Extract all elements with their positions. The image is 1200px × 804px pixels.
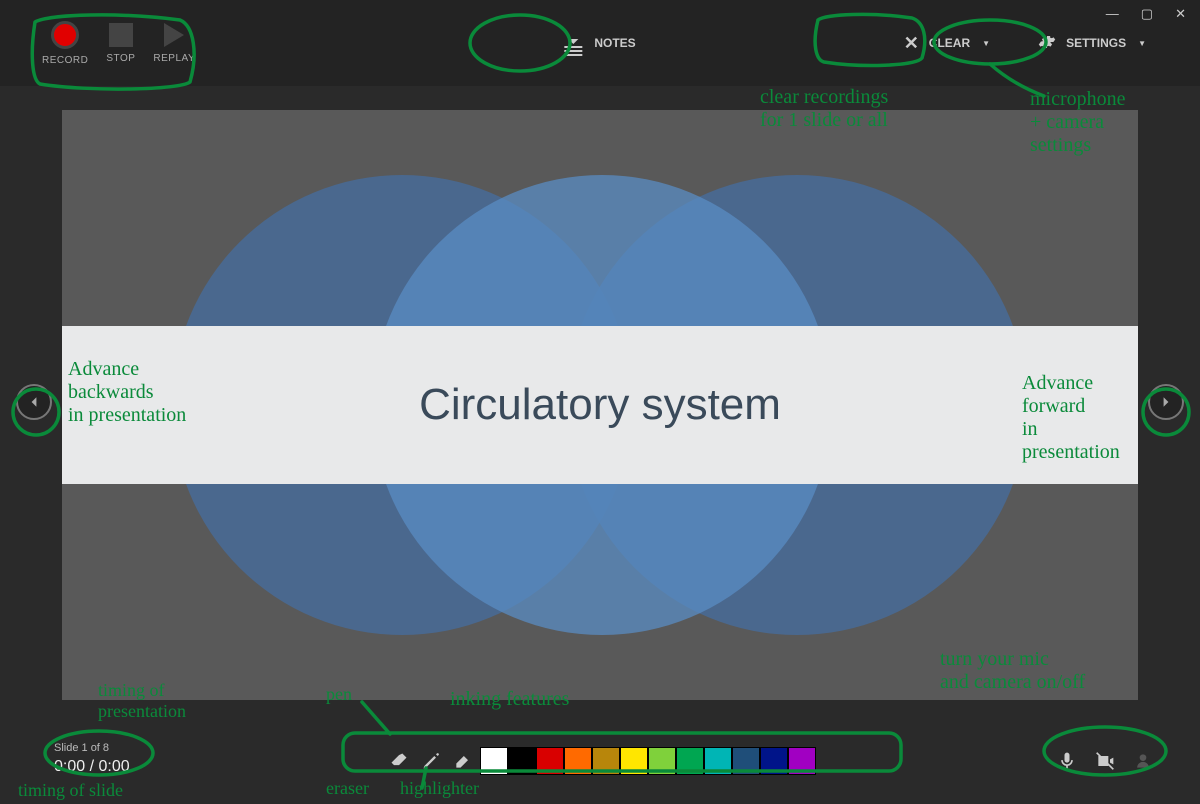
stop-button[interactable]: STOP: [106, 21, 135, 64]
notes-label: NOTES: [594, 36, 635, 50]
eraser-tool[interactable]: [384, 746, 414, 776]
color-swatch[interactable]: [620, 747, 648, 775]
record-icon: [51, 21, 79, 49]
settings-label: SETTINGS: [1066, 36, 1126, 50]
notes-button[interactable]: NOTES: [542, 26, 657, 60]
record-button[interactable]: RECORD: [42, 21, 88, 66]
color-swatch[interactable]: [508, 747, 536, 775]
stop-label: STOP: [106, 53, 135, 64]
highlighter-tool[interactable]: [448, 746, 478, 776]
microphone-toggle[interactable]: [1050, 744, 1084, 778]
color-swatch[interactable]: [704, 747, 732, 775]
window-close[interactable]: ✕: [1175, 6, 1186, 22]
color-swatch[interactable]: [480, 747, 508, 775]
color-swatch[interactable]: [648, 747, 676, 775]
chevron-down-icon: ▼: [982, 39, 990, 48]
slide-preview: Circulatory system: [62, 110, 1138, 700]
slide-counter: Slide 1 of 8: [54, 742, 130, 754]
color-swatch[interactable]: [536, 747, 564, 775]
stop-icon: [109, 23, 133, 47]
settings-button[interactable]: SETTINGS ▼: [1024, 23, 1160, 64]
record-label: RECORD: [42, 55, 88, 66]
color-swatch[interactable]: [676, 747, 704, 775]
ink-toolbar: [382, 744, 818, 778]
replay-icon: [164, 23, 184, 47]
slide-title-band: Circulatory system: [62, 326, 1138, 484]
color-swatch[interactable]: [592, 747, 620, 775]
color-swatch[interactable]: [760, 747, 788, 775]
chevron-down-icon: ▼: [1138, 39, 1146, 48]
color-swatch[interactable]: [788, 747, 816, 775]
media-controls: [1050, 744, 1160, 778]
clear-icon: ✕: [904, 33, 919, 54]
next-slide-button[interactable]: [1148, 384, 1184, 420]
slide-title: Circulatory system: [419, 380, 781, 430]
replay-label: REPLAY: [153, 53, 195, 64]
cameo-toggle[interactable]: [1126, 744, 1160, 778]
clear-label: CLEAR: [929, 36, 970, 50]
window-maximize[interactable]: ▢: [1141, 6, 1153, 22]
color-swatch[interactable]: [732, 747, 760, 775]
replay-button[interactable]: REPLAY: [153, 21, 195, 64]
previous-slide-button[interactable]: [16, 384, 52, 420]
clear-button[interactable]: ✕ CLEAR ▼: [890, 23, 1004, 64]
pen-tool[interactable]: [416, 746, 446, 776]
camera-toggle[interactable]: [1088, 744, 1122, 778]
recording-controls: RECORD STOP REPLAY: [42, 21, 195, 66]
notes-icon: [564, 39, 582, 48]
slide-timing: Slide 1 of 8 0:00 / 0:00: [54, 742, 130, 776]
color-swatch[interactable]: [564, 747, 592, 775]
slide-time: 0:00 / 0:00: [54, 758, 130, 776]
gear-icon: [1038, 33, 1056, 54]
window-minimize[interactable]: —: [1106, 6, 1119, 22]
